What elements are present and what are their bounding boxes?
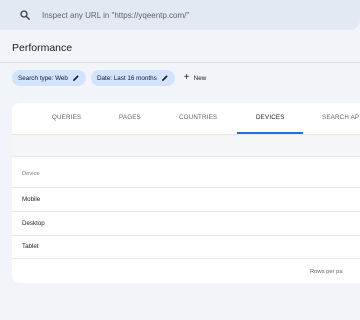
filter-bar: Search type: Web Date: Last 16 months + …	[12, 69, 206, 87]
bottom-bar	[0, 312, 360, 320]
url-inspection-search-bar[interactable]: Inspect any URL in "https://yqeentp.com/…	[0, 0, 360, 30]
tab-queries[interactable]: QUERIES	[52, 114, 81, 121]
table-toolbar	[12, 135, 360, 156]
new-filter-button[interactable]: + New	[184, 73, 206, 83]
table-row[interactable]: Desktop	[22, 220, 45, 227]
table-row[interactable]: Tablet	[22, 243, 39, 250]
row-divider	[12, 258, 360, 259]
edit-icon	[72, 74, 80, 82]
row-divider	[12, 235, 360, 236]
new-filter-label: New	[193, 74, 207, 82]
rows-per-page-label: Rows per pa	[310, 269, 343, 275]
tab-devices[interactable]: DEVICES	[256, 114, 285, 121]
plus-icon: +	[183, 72, 190, 83]
row-divider	[12, 187, 360, 188]
edit-icon	[161, 74, 169, 82]
filter-chip-label: Date: Last 16 months	[96, 74, 157, 82]
tab-pages[interactable]: PAGES	[119, 114, 141, 121]
performance-table-card: QUERIES PAGES COUNTRIES DEVICES SEARCH A…	[12, 103, 360, 283]
page-title: Performance	[12, 42, 73, 54]
row-divider	[12, 211, 360, 212]
filter-chip-label: Search type: Web	[18, 74, 68, 82]
row-divider	[12, 156, 360, 157]
column-header-device[interactable]: Device	[22, 171, 40, 177]
filter-chip-date[interactable]: Date: Last 16 months	[90, 70, 175, 86]
search-input[interactable]: Inspect any URL in "https://yqeentp.com/…	[42, 11, 189, 20]
table-row[interactable]: Mobile	[22, 196, 40, 203]
tab-countries[interactable]: COUNTRIES	[179, 114, 217, 121]
filter-chip-search-type[interactable]: Search type: Web	[12, 70, 86, 86]
header-divider	[0, 62, 360, 63]
search-icon	[18, 8, 32, 22]
dimension-tabs: QUERIES PAGES COUNTRIES DEVICES SEARCH A…	[12, 103, 360, 134]
tab-search-appearance[interactable]: SEARCH AP	[322, 114, 359, 121]
